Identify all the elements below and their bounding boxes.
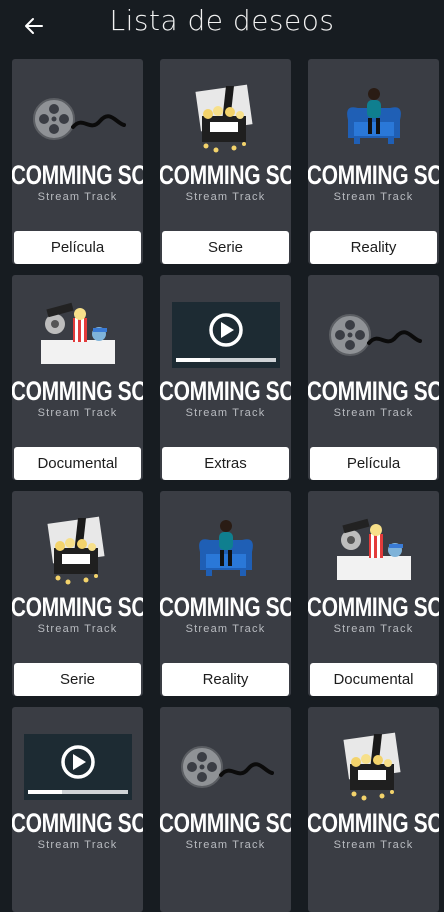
brand-text: Stream Track	[185, 839, 266, 851]
category-label: Documental	[14, 447, 141, 480]
page-title: Lista de deseos	[109, 4, 335, 37]
wishlist-card[interactable]: COMMING SOONStream Track	[160, 707, 291, 912]
clapper-popcorn-icon	[12, 511, 143, 591]
wishlist-card[interactable]: COMMING SOONStream Track	[308, 707, 439, 912]
brand-text: Stream Track	[333, 191, 414, 203]
category-label: Documental	[310, 663, 437, 696]
coming-soon-text: COMMING SOON	[308, 592, 439, 622]
wishlist-card[interactable]: COMMING SOONStream Track	[12, 707, 143, 912]
video-player-icon	[160, 295, 291, 375]
film-reel-icon	[308, 295, 439, 375]
person-armchair-icon	[160, 511, 291, 591]
coming-soon-text: COMMING SOON	[12, 808, 143, 838]
brand-text: Stream Track	[333, 623, 414, 635]
wishlist-grid: COMMING SOONStream TrackPelícula COMMING…	[12, 59, 439, 912]
film-reel-icon	[12, 79, 143, 159]
coming-soon-text: COMMING SOON	[160, 592, 291, 622]
cinema-props-icon	[308, 511, 439, 591]
video-player-icon	[12, 727, 143, 807]
category-label: Película	[310, 447, 437, 480]
film-reel-icon	[160, 727, 291, 807]
brand-text: Stream Track	[37, 839, 118, 851]
wishlist-card[interactable]: COMMING SOONStream Track Documental	[12, 275, 143, 480]
wishlist-card[interactable]: COMMING SOONStream Track Película	[308, 275, 439, 480]
category-label: Reality	[162, 663, 289, 696]
category-label: Extras	[162, 447, 289, 480]
coming-soon-text: COMMING SOON	[160, 160, 291, 190]
brand-text: Stream Track	[185, 623, 266, 635]
wishlist-card[interactable]: COMMING SOONStream Track Documental	[308, 491, 439, 696]
category-label: Película	[14, 231, 141, 264]
coming-soon-text: COMMING SOON	[12, 160, 143, 190]
brand-text: Stream Track	[185, 407, 266, 419]
brand-text: Stream Track	[333, 839, 414, 851]
brand-text: Stream Track	[185, 191, 266, 203]
coming-soon-text: COMMING SOON	[160, 376, 291, 406]
coming-soon-text: COMMING SOON	[12, 376, 143, 406]
brand-text: Stream Track	[333, 407, 414, 419]
brand-text: Stream Track	[37, 191, 118, 203]
wishlist-card[interactable]: COMMING SOONStream Track Extras	[160, 275, 291, 480]
coming-soon-text: COMMING SOON	[308, 808, 439, 838]
wishlist-card[interactable]: COMMING SOONStream Track Película	[12, 59, 143, 264]
cinema-props-icon	[12, 295, 143, 375]
person-armchair-icon	[308, 79, 439, 159]
clapper-popcorn-icon	[160, 79, 291, 159]
brand-text: Stream Track	[37, 623, 118, 635]
coming-soon-text: COMMING SOON	[160, 808, 291, 838]
coming-soon-text: COMMING SOON	[308, 376, 439, 406]
clapper-popcorn-icon	[308, 727, 439, 807]
category-label: Reality	[310, 231, 437, 264]
brand-text: Stream Track	[37, 407, 118, 419]
category-label: Serie	[162, 231, 289, 264]
wishlist-card[interactable]: COMMING SOONStream Track Reality	[160, 491, 291, 696]
coming-soon-text: COMMING SOON	[12, 592, 143, 622]
coming-soon-text: COMMING SOON	[308, 160, 439, 190]
wishlist-card[interactable]: COMMING SOONStream Track Reality	[308, 59, 439, 264]
category-label: Serie	[14, 663, 141, 696]
wishlist-card[interactable]: COMMING SOONStream Track Serie	[160, 59, 291, 264]
wishlist-card[interactable]: COMMING SOONStream Track Serie	[12, 491, 143, 696]
app-bar: Lista de deseos	[0, 0, 444, 52]
